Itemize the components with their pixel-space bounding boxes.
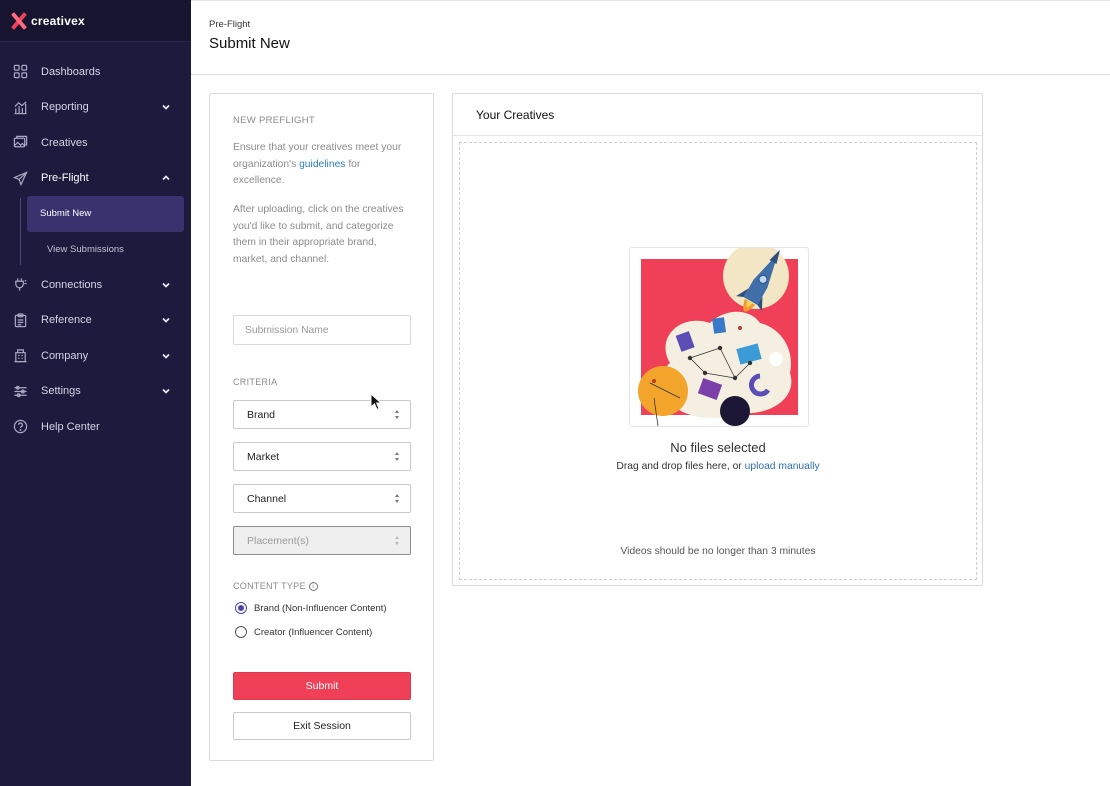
channel-select-value: Channel xyxy=(247,492,287,505)
sidebar-item-label: Company xyxy=(41,349,89,362)
radio-brand-content[interactable]: Brand (Non-Influencer Content) xyxy=(235,602,387,614)
sidebar-item-pre-flight[interactable]: Pre-Flight xyxy=(0,161,191,197)
sidebar-item-company[interactable]: Company xyxy=(0,338,191,374)
sidebar-item-label: Dashboards xyxy=(41,65,101,78)
page-header: Pre-Flight Submit New xyxy=(191,0,1110,75)
guidelines-link[interactable]: guidelines xyxy=(299,159,345,170)
file-dropzone[interactable]: No files selected Drag and drop files he… xyxy=(459,142,977,580)
sidebar-item-label: Creatives xyxy=(41,136,88,149)
mouse-cursor-icon xyxy=(370,393,382,411)
sidebar-item-label: Reference xyxy=(41,314,92,327)
sidebar-item-label: Pre-Flight xyxy=(41,172,89,185)
sidebar-item-creatives[interactable]: Creatives xyxy=(0,125,191,161)
radio-button-checked[interactable] xyxy=(235,602,247,614)
clipboard-icon xyxy=(12,312,28,328)
sidebar-item-label: Settings xyxy=(41,385,81,398)
chevron-down-icon xyxy=(162,102,170,111)
radio-label: Brand (Non-Influencer Content) xyxy=(254,602,387,614)
plug-icon xyxy=(12,277,28,293)
new-preflight-panel: NEW PREFLIGHT Ensure that your creatives… xyxy=(209,93,434,761)
submission-name-input[interactable]: Submission Name xyxy=(233,315,411,345)
radio-creator-content[interactable]: Creator (Influencer Content) xyxy=(235,626,372,638)
sidebar-nav: Dashboards Reporting Creatives Pre-Fligh… xyxy=(0,54,191,445)
select-arrows-icon xyxy=(395,452,400,463)
drag-drop-text: Drag and drop files here, or upload manu… xyxy=(460,461,976,472)
sliders-icon xyxy=(12,383,28,399)
breadcrumb[interactable]: Pre-Flight xyxy=(209,19,250,30)
logo-text: creativex xyxy=(31,13,85,28)
sidebar-item-dashboards[interactable]: Dashboards xyxy=(0,54,191,90)
content-type-label: CONTENT TYPE i xyxy=(233,581,318,591)
sidebar-item-label: Connections xyxy=(41,278,103,291)
page-title: Submit New xyxy=(209,35,290,52)
placements-select-value: Placement(s) xyxy=(247,534,309,547)
drag-drop-label: Drag and drop files here, or xyxy=(616,461,745,472)
select-arrows-icon xyxy=(395,494,400,505)
building-icon xyxy=(12,348,28,364)
exit-session-button[interactable]: Exit Session xyxy=(233,712,411,740)
brand-logo[interactable]: creativex xyxy=(0,0,191,42)
subnav-item-submit-new[interactable]: Submit New xyxy=(27,196,184,232)
sidebar-item-label: Reporting xyxy=(41,101,89,114)
sidebar-item-connections[interactable]: Connections xyxy=(0,267,191,303)
chevron-down-icon xyxy=(162,315,170,324)
chevron-down-icon xyxy=(162,386,170,395)
brand-select-value: Brand xyxy=(247,408,276,421)
panel-title: Your Creatives xyxy=(453,94,982,136)
channel-select[interactable]: Channel xyxy=(233,484,411,513)
your-creatives-panel: Your Creatives No files selected Drag an… xyxy=(452,93,983,586)
subnav-item-view-submissions[interactable]: View Submissions xyxy=(27,232,191,268)
question-circle-icon xyxy=(12,419,28,435)
dashboard-grid-icon xyxy=(12,64,28,80)
subnav-label: Submit New xyxy=(40,208,92,220)
rocket-illustration xyxy=(638,248,798,427)
instructions-text: After uploading, click on the creatives … xyxy=(233,204,404,265)
sidebar-item-reference[interactable]: Reference xyxy=(0,303,191,339)
criteria-label: CRITERIA xyxy=(233,377,278,387)
sidebar-item-help-center[interactable]: Help Center xyxy=(0,409,191,445)
paper-plane-icon xyxy=(12,170,28,186)
intro-text: Ensure that your creatives meet your org… xyxy=(233,140,409,190)
video-length-note: Videos should be no longer than 3 minute… xyxy=(620,546,816,557)
sidebar-item-label: Help Center xyxy=(41,420,100,433)
info-icon[interactable]: i xyxy=(308,581,318,591)
select-arrows-icon xyxy=(395,410,400,421)
empty-state-title: No files selected xyxy=(670,440,766,455)
brand-select[interactable]: Brand xyxy=(233,400,411,429)
select-arrows-icon xyxy=(395,536,400,547)
sidebar-item-reporting[interactable]: Reporting xyxy=(0,90,191,126)
reporting-chart-icon xyxy=(12,99,28,115)
market-select[interactable]: Market xyxy=(233,442,411,471)
pre-flight-subnav: Submit New View Submissions xyxy=(20,196,191,267)
sidebar-item-settings[interactable]: Settings xyxy=(0,374,191,410)
radio-button[interactable] xyxy=(235,626,247,638)
submit-button[interactable]: Submit xyxy=(233,672,411,700)
sidebar: creativex Dashboards Reporting Creatives xyxy=(0,0,191,786)
empty-state-illustration xyxy=(629,247,809,427)
placements-select: Placement(s) xyxy=(233,526,411,555)
upload-manually-link[interactable]: upload manually xyxy=(745,461,820,472)
creativex-logo-icon xyxy=(11,13,27,29)
content-type-text: CONTENT TYPE xyxy=(233,581,306,591)
chevron-up-icon xyxy=(162,173,170,181)
subnav-label: View Submissions xyxy=(47,243,124,255)
chevron-down-icon xyxy=(162,280,170,288)
section-title: NEW PREFLIGHT xyxy=(233,115,316,126)
creatives-images-icon xyxy=(12,135,28,151)
market-select-value: Market xyxy=(247,450,280,463)
chevron-down-icon xyxy=(162,351,170,359)
radio-label: Creator (Influencer Content) xyxy=(254,626,373,638)
